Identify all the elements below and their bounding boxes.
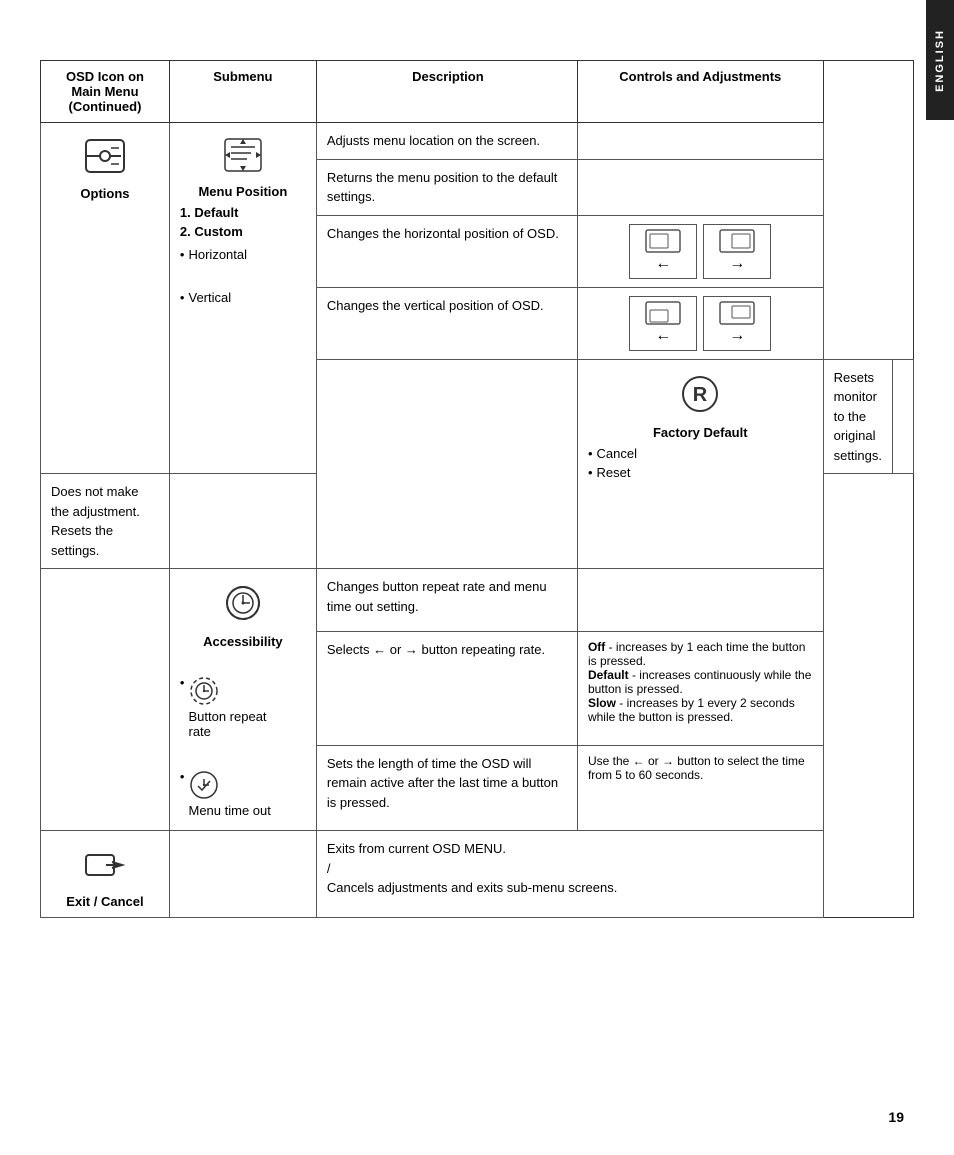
desc-cell-factory-cancel: Does not make the adjustment.Resets the … [41,474,170,569]
header-submenu: Submenu [169,61,316,123]
arrow-box-left-h: ← [629,224,697,279]
osd-cell-accessibility [41,569,170,831]
osd-cell-factory [316,359,577,569]
ctrl-cell-accessibility-main [577,569,823,632]
submenu-cell-accessibility: Accessibility • [169,569,316,831]
desc-text-menu-location: Adjusts menu location on the screen. [327,131,567,151]
acc-slow-label: Slow [588,696,616,710]
desc-text-default: Returns the menu position to the default… [327,168,567,207]
desc-cell-menu-location: Adjusts menu location on the screen. [316,123,577,160]
bullet-h: • [180,247,185,262]
item-default: 1. Default [180,205,239,220]
manual-table: OSD Icon onMain Menu(Continued) Submenu … [40,60,914,918]
table-row: Options [41,123,914,160]
ctrl-cell-menu-timeout: Use the ← or → button to select the time… [577,745,823,830]
exit-label: Exit / Cancel [66,894,143,909]
options-label: Options [80,186,129,201]
submenu-cell-exit [169,831,316,918]
ctrl-cell-empty-1 [577,123,823,160]
acc-text-btn-repeat: Off - increases by 1 each time the butto… [588,640,813,724]
bullet-reset: • [588,465,593,480]
desc-text-factory-resets: Resets monitor to the original settings. [834,368,882,466]
item-menu-timeout: Menu time out [188,803,270,818]
accessibility-items: • Button repeatrate [180,675,306,822]
side-tab: ENGLISH [926,0,954,120]
desc-cell-vertical: Changes the vertical position of OSD. [316,287,577,359]
desc-text-horizontal: Changes the horizontal position of OSD. [327,224,567,244]
desc-cell-default: Returns the menu position to the default… [316,159,577,215]
exit-icon-cell: Exit / Cancel [51,839,159,909]
arrow-box-right-v: → [703,296,771,351]
ctrl-cell-factory-1 [893,359,914,474]
menu-position-icon [223,137,263,180]
options-icon [83,137,127,182]
submenu-cell-menu-position: Menu Position 1. Default 2. Custom • Hor… [169,123,316,474]
item-btn-repeat: Button repeatrate [188,709,266,739]
menu-position-label: Menu Position [198,184,287,199]
bullet-btn-repeat: • [180,675,185,690]
desc-text-vertical: Changes the vertical position of OSD. [327,296,567,316]
desc-cell-menu-timeout: Sets the length of time the OSD will rem… [316,745,577,830]
item-btn-repeat-wrap: Button repeatrate [188,675,266,739]
submenu-cell-factory: R Factory Default • Cancel • [577,359,823,569]
ctrl-cell-vertical: ← → [577,287,823,359]
ctrl-cell-horizontal: ← → [577,215,823,287]
menu-position-items: 1. Default 2. Custom • Horizontal • Vert… [180,205,306,309]
item-vertical: Vertical [188,290,231,305]
arrow-right-v: → [729,327,745,345]
arrow-left-h: ← [655,255,671,273]
item-horizontal: Horizontal [188,247,247,262]
desc-cell-btn-repeat: Selects ← or → button repeating rate. [316,632,577,746]
desc-text-menu-timeout: Sets the length of time the OSD will rem… [327,754,567,813]
bullet-cancel: • [588,446,593,461]
header-controls: Controls and Adjustments [577,61,823,123]
header-description: Description [316,61,577,123]
item-menu-timeout-wrap: Menu time out [188,769,270,818]
arrow-left-v: ← [655,327,671,345]
bullet-v: • [180,290,185,305]
desc-cell-exit: Exits from current OSD MENU. / Cancels a… [316,831,823,918]
bullet-menu-timeout: • [180,769,185,784]
desc-cell-horizontal: Changes the horizontal position of OSD. [316,215,577,287]
desc-text-exit: Exits from current OSD MENU. / Cancels a… [327,839,813,898]
header-osd: OSD Icon onMain Menu(Continued) [41,61,170,123]
item-reset: Reset [597,465,631,480]
desc-text-factory-cancel: Does not make the adjustment.Resets the … [51,482,159,560]
desc-cell-factory-resets: Resets monitor to the original settings. [823,359,892,474]
main-content: OSD Icon onMain Menu(Continued) Submenu … [0,0,954,978]
acc-off-label: Off [588,640,605,654]
arrow-right-h: → [729,255,745,273]
acc-default-label: Default [588,668,629,682]
osd-cell-options: Options [41,123,170,474]
item-custom: 2. Custom [180,224,243,239]
arrow-box-left-v: ← [629,296,697,351]
item-cancel: Cancel [597,446,637,461]
page-number: 19 [888,1109,904,1125]
ctrl-cell-factory-2 [169,474,316,569]
desc-text-btn-repeat: Selects ← or → button repeating rate. [327,640,567,660]
horiz-arrows-row: ← → [588,224,813,279]
ctrl-cell-btn-repeat: Off - increases by 1 each time the butto… [577,632,823,746]
ctrl-cell-empty-2 [577,159,823,215]
factory-icon: R [680,374,720,421]
table-row: Exit / Cancel Exits from current OSD MEN… [41,831,914,918]
factory-items: • Cancel • Reset [588,446,813,484]
osd-cell-exit: Exit / Cancel [41,831,170,918]
svg-text:R: R [693,384,708,406]
arrow-box-right-h: → [703,224,771,279]
language-label: ENGLISH [934,29,946,92]
menu-time-ctrl-text: Use the ← or → button to select the time… [588,754,813,782]
exit-icon [84,847,126,890]
accessibility-icon [223,583,263,630]
table-row: Accessibility • [41,569,914,632]
vert-arrows-row: ← → [588,296,813,351]
desc-cell-accessibility-main: Changes button repeat rate and menu time… [316,569,577,632]
accessibility-label: Accessibility [203,634,283,649]
desc-text-accessibility-main: Changes button repeat rate and menu time… [327,577,567,616]
factory-label: Factory Default [653,425,748,440]
